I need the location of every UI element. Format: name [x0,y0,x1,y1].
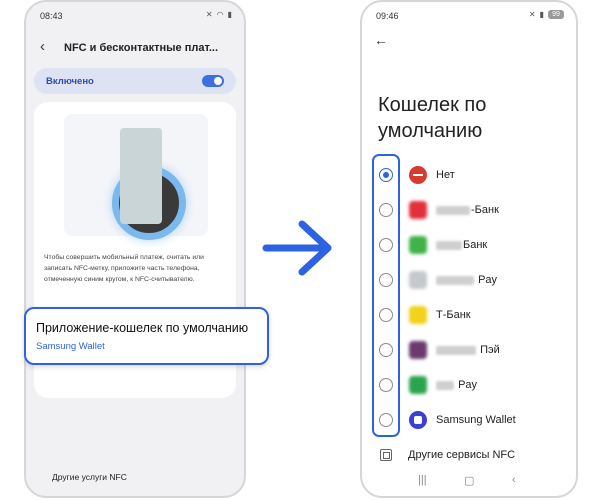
wallet-option-label: Нет [436,169,455,181]
signal-icon: ▮ [539,10,544,19]
wallet-option-label: Банк [436,239,487,251]
bank-app-icon [409,236,427,254]
toggle-label: Включено [46,76,94,87]
bank-app-icon [409,306,427,324]
page-title: Кошелек по умолчанию [378,94,487,142]
left-phone-screen: 08:43 ✕ ◠ ▮ ‹ NFC и бесконтактные плат..… [24,0,246,498]
header: ‹ NFC и бесконтактные плат... [26,30,244,64]
right-phone-screen: 09:46 ✕ ▮ 99 ← Кошелек по умолчанию Нет … [360,0,578,498]
card-icon [120,128,162,224]
blurred-text [436,275,474,285]
back-icon[interactable]: ← [374,32,388,48]
mute-icon: ✕ [528,10,536,19]
wallet-option-label: Samsung Wallet [436,414,516,426]
radio-column-highlight [372,154,400,437]
blurred-text [436,205,470,215]
nfc-description: Чтобы совершить мобильный платеж, считат… [44,254,204,283]
status-time: 09:46 [376,11,399,21]
blurred-text [436,345,476,355]
pay-app-icon [409,271,427,289]
status-icons: ✕ ◠ ▮ [206,10,232,19]
pay-app-icon [409,376,427,394]
status-icons: ✕ ▮ 99 [529,10,564,19]
other-nfc-services-item[interactable]: Другие сервисы NFC [408,449,515,461]
back-icon[interactable]: ‹ [40,39,45,54]
nfc-switch[interactable] [202,75,224,87]
wallet-option-label-text: Банк [463,239,488,251]
nfc-services-icon [380,449,392,461]
battery-icon: 99 [548,10,564,19]
samsung-wallet-icon [409,411,427,429]
other-nfc-services-item[interactable]: Другие услуги NFC [52,472,127,482]
wallet-option-label: -Банк [436,204,499,216]
nfc-toggle-row[interactable]: Включено [34,68,236,94]
default-wallet-value: Samsung Wallet [36,341,105,352]
default-wallet-title: Приложение-кошелек по умолчанию [36,321,249,335]
wallet-option-label: Пэй [436,344,500,356]
pay-app-icon [409,341,427,359]
status-bar: 08:43 ✕ ◠ ▮ [26,2,244,26]
home-icon[interactable]: ▢ [464,474,474,487]
blurred-text [436,380,454,390]
switch-knob [214,77,222,85]
wallet-option-label: Т-Банк [436,309,471,321]
bank-app-icon [409,201,427,219]
status-bar: 09:46 ✕ ▮ 99 [362,2,576,26]
nfc-illustration [64,114,208,240]
arrow-right-icon [262,220,332,276]
default-wallet-item[interactable]: Приложение-кошелек по умолчанию Samsung … [24,307,269,365]
back-nav-icon[interactable]: ‹ [512,474,516,486]
status-time: 08:43 [40,11,63,21]
wallet-option-label: Pay [436,274,497,286]
wallet-option-label-text: Pay [458,379,478,391]
page-title: NFC и бесконтактные плат... [64,42,219,54]
wallet-option-label-text: -Банк [471,204,499,216]
navigation-bar: ||| ▢ ‹ [362,474,576,490]
recents-icon[interactable]: ||| [418,474,427,486]
mute-icon: ✕ [205,10,213,19]
blurred-text [436,240,462,250]
wallet-option-label-text: Pay [478,274,498,286]
wallet-option-label: Pay [436,379,477,391]
wallet-option-label-text: Пэй [480,344,500,356]
signal-icon: ▮ [227,10,232,19]
no-entry-icon [409,166,427,184]
wifi-icon: ◠ [216,10,224,19]
